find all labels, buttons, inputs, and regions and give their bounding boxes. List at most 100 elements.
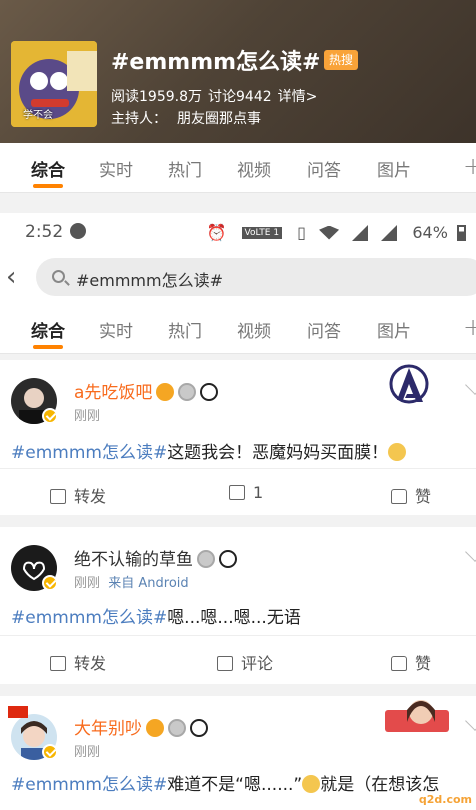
post-card[interactable]: 大年别吵 刚刚 #emmmm怎么读#难道不是“嗯......” 就是（在想该怎 bbox=[0, 696, 476, 810]
flag-icon bbox=[8, 706, 28, 718]
tab-realtime[interactable]: 实时 bbox=[99, 317, 133, 342]
time-text: 刚刚 bbox=[74, 576, 101, 591]
tab-bar-top: 综合 实时 热门 视频 问答 图片 + bbox=[0, 143, 476, 193]
like-button[interactable]: 赞 bbox=[391, 483, 431, 507]
tab-bar-search: 综合 实时 热门 视频 问答 图片 + bbox=[0, 304, 476, 354]
username-text: 大年别吵 bbox=[74, 719, 142, 739]
chevron-down-icon[interactable] bbox=[465, 542, 476, 562]
wifi-icon bbox=[319, 225, 340, 240]
read-count: 阅读1959.8万 bbox=[111, 89, 202, 105]
vibrate-icon: ▯ bbox=[297, 223, 306, 242]
status-time: 2:52 bbox=[25, 222, 64, 242]
cover-caption: 学不会 bbox=[23, 110, 53, 121]
username[interactable]: a先吃饭吧 bbox=[74, 378, 219, 403]
battery-percent: 64% bbox=[412, 223, 448, 242]
post-actions: 转发 1 赞 bbox=[0, 468, 476, 514]
post-time: 刚刚 bbox=[74, 405, 100, 424]
hashtag-link[interactable]: #emmmm怎么读# bbox=[11, 775, 167, 795]
signal-2-icon bbox=[381, 224, 398, 241]
active-tab-indicator bbox=[33, 184, 63, 188]
post-card[interactable]: 绝不认输的草鱼 刚刚 来自 Android #emmmm怎么读#嗯...嗯...… bbox=[0, 527, 476, 684]
tab-comprehensive[interactable]: 综合 bbox=[31, 156, 65, 181]
post-source[interactable]: 来自 Android bbox=[108, 576, 188, 591]
topic-host: 主持人： 朋友圈那点事 bbox=[111, 108, 261, 128]
discussion-count: 讨论9442 bbox=[208, 89, 272, 105]
topic-header: 学不会 #emmmm怎么读# 热搜 阅读1959.8万 讨论9442 详情> 主持人… bbox=[0, 0, 476, 143]
tab-comprehensive[interactable]: 综合 bbox=[31, 317, 65, 342]
active-tab-indicator bbox=[33, 345, 63, 349]
post-content: 嗯...嗯...嗯...无语 bbox=[167, 608, 301, 628]
repost-button[interactable]: 转发 bbox=[50, 650, 106, 674]
time-text: 刚刚 bbox=[74, 409, 101, 424]
hashtag-link[interactable]: #emmmm怎么读# bbox=[11, 443, 167, 463]
chevron-down-icon[interactable] bbox=[465, 375, 476, 395]
comment-button[interactable]: 评论 bbox=[217, 650, 273, 674]
thumbs-up-icon bbox=[391, 489, 407, 504]
signal-icon bbox=[352, 224, 369, 241]
post-time: 刚刚 bbox=[74, 741, 100, 760]
tab-realtime[interactable]: 实时 bbox=[99, 156, 133, 181]
comment-count: 1 bbox=[253, 483, 264, 502]
tab-images[interactable]: 图片 bbox=[377, 317, 411, 342]
topic-cover-image: 学不会 bbox=[11, 41, 97, 127]
panda-icon bbox=[200, 383, 219, 401]
search-input[interactable]: #emmmm怎么读# bbox=[36, 258, 476, 296]
repost-label: 转发 bbox=[74, 487, 107, 506]
repost-button[interactable]: 转发 bbox=[50, 483, 106, 507]
repost-icon bbox=[50, 489, 66, 504]
username[interactable]: 绝不认输的草鱼 bbox=[74, 545, 237, 570]
tab-images[interactable]: 图片 bbox=[377, 156, 411, 181]
details-link[interactable]: 详情> bbox=[278, 89, 318, 105]
username-text: a先吃饭吧 bbox=[74, 383, 153, 403]
tab-hot[interactable]: 热门 bbox=[168, 317, 202, 342]
post-content: 这题我会！恶魔妈妈买面膜！ bbox=[167, 443, 389, 463]
verified-badge-icon bbox=[42, 744, 58, 760]
like-button[interactable]: 赞 bbox=[391, 650, 431, 674]
like-label: 赞 bbox=[415, 487, 432, 506]
thumbs-up-icon bbox=[391, 656, 407, 671]
topic-stats: 阅读1959.8万 讨论9442 详情> bbox=[111, 86, 323, 106]
tab-qa[interactable]: 问答 bbox=[307, 317, 341, 342]
watermark-text: q2d.com bbox=[418, 793, 472, 806]
battery-icon bbox=[457, 224, 466, 241]
username[interactable]: 大年别吵 bbox=[74, 714, 208, 739]
tab-hot[interactable]: 热门 bbox=[168, 156, 202, 181]
add-tab-icon[interactable]: + bbox=[463, 313, 476, 341]
tab-qa[interactable]: 问答 bbox=[307, 156, 341, 181]
post-card[interactable]: a先吃饭吧 刚刚 #emmmm怎么读#这题我会！恶魔妈妈买面膜！ 转发 1 赞 bbox=[0, 360, 476, 515]
chevron-down-icon[interactable] bbox=[465, 711, 476, 731]
back-arrow-icon[interactable]: ‹ bbox=[6, 263, 32, 293]
verified-badge-icon bbox=[42, 575, 58, 591]
tab-video[interactable]: 视频 bbox=[237, 156, 271, 181]
host-label: 主持人： bbox=[111, 111, 167, 127]
comment-button[interactable]: 1 bbox=[229, 483, 263, 502]
vip-emoji-icon bbox=[156, 383, 175, 401]
volte-icon: VoLTE 1 bbox=[241, 226, 283, 239]
hashtag-link[interactable]: #emmmm怎么读# bbox=[11, 608, 167, 628]
add-tab-icon[interactable]: + bbox=[463, 152, 476, 180]
medal-icon bbox=[197, 550, 215, 568]
medal-icon bbox=[168, 719, 186, 737]
vip-emoji-icon bbox=[146, 719, 164, 737]
host-name[interactable]: 朋友圈那点事 bbox=[177, 111, 261, 127]
panda-icon bbox=[219, 550, 237, 568]
repost-label: 转发 bbox=[74, 654, 107, 673]
doge-emoji-icon bbox=[302, 775, 321, 793]
post-actions: 转发 评论 赞 bbox=[0, 635, 476, 681]
comment-icon bbox=[229, 485, 245, 500]
doge-emoji-icon bbox=[388, 443, 407, 461]
post-content-continued: 就是（在想该怎 bbox=[320, 775, 440, 795]
panda-icon bbox=[190, 719, 208, 737]
topic-title: #emmmm怎么读# bbox=[111, 50, 321, 75]
message-notification-icon bbox=[70, 223, 86, 239]
decorative-card-image bbox=[385, 700, 449, 732]
post-time: 刚刚 来自 Android bbox=[74, 572, 189, 591]
tab-video[interactable]: 视频 bbox=[237, 317, 271, 342]
search-query: #emmmm怎么读# bbox=[76, 271, 224, 290]
hot-badge: 热搜 bbox=[324, 50, 359, 70]
post-content: 难道不是“嗯......” bbox=[167, 775, 303, 795]
status-icons: ⏰ VoLTE 1 ▯ 64% bbox=[197, 222, 466, 242]
comment-icon bbox=[217, 656, 233, 671]
status-bar: 2:52 ⏰ VoLTE 1 ▯ 64% bbox=[0, 213, 476, 251]
post-text: #emmmm怎么读#难道不是“嗯......” 就是（在想该怎 bbox=[11, 770, 439, 795]
